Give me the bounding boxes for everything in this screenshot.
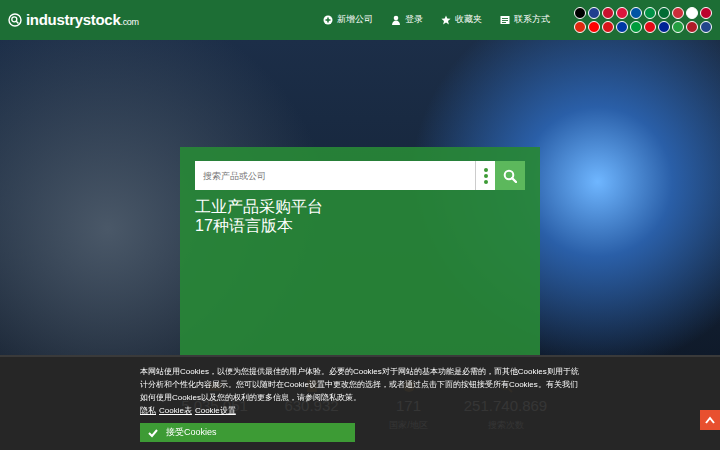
language-flag-icon[interactable] bbox=[588, 21, 600, 33]
nav-link[interactable]: 收藏夹 bbox=[441, 13, 482, 27]
nav-label: 收藏夹 bbox=[455, 13, 482, 27]
search-logo-icon bbox=[8, 13, 22, 27]
main-nav: 新增公司 登录 收藏夹 联系方式 bbox=[323, 13, 550, 27]
language-flag-icon[interactable] bbox=[686, 7, 698, 19]
cookie-link[interactable]: 隐私 bbox=[140, 406, 156, 415]
language-flag-icon[interactable] bbox=[588, 7, 600, 19]
search-button[interactable] bbox=[495, 161, 525, 190]
cookie-banner: 本网站使用Cookies，以便为您提供最佳的用户体验。必要的Cookies对于网… bbox=[0, 357, 720, 450]
nav-label: 联系方式 bbox=[514, 13, 550, 27]
nav-link[interactable]: 联系方式 bbox=[500, 13, 550, 27]
language-flag-icon[interactable] bbox=[658, 21, 670, 33]
user-icon bbox=[391, 15, 401, 25]
language-flag-icon[interactable] bbox=[574, 21, 586, 33]
language-flag-icon[interactable] bbox=[630, 21, 642, 33]
language-flag-icon[interactable] bbox=[602, 21, 614, 33]
language-selector bbox=[574, 7, 712, 33]
check-icon bbox=[148, 428, 158, 438]
cookie-links: 隐私Cookie表Cookie设置 bbox=[140, 404, 580, 417]
language-flag-icon[interactable] bbox=[644, 7, 656, 19]
magnifier-icon bbox=[503, 169, 517, 183]
logo-suffix: .com bbox=[120, 17, 138, 27]
language-flag-icon[interactable] bbox=[616, 21, 628, 33]
language-flag-icon[interactable] bbox=[700, 7, 712, 19]
language-flag-icon[interactable] bbox=[644, 21, 656, 33]
language-flag-icon[interactable] bbox=[672, 21, 684, 33]
site-header: industrystock.com 新增公司 登录 收藏夹 联系方式 bbox=[0, 0, 720, 40]
list-icon bbox=[500, 15, 510, 25]
nav-label: 登录 bbox=[405, 13, 423, 27]
search-panel: 工业产品采购平台17种语言版本 bbox=[180, 147, 540, 355]
search-input[interactable] bbox=[195, 161, 475, 190]
nav-link[interactable]: 新增公司 bbox=[323, 13, 373, 27]
chevron-up-icon bbox=[705, 416, 715, 424]
plus-icon bbox=[323, 15, 333, 25]
language-flag-icon[interactable] bbox=[700, 21, 712, 33]
scroll-top-button[interactable] bbox=[700, 410, 720, 430]
logo[interactable]: industrystock.com bbox=[8, 9, 139, 32]
language-flag-icon[interactable] bbox=[630, 7, 642, 19]
headline-line: 17种语言版本 bbox=[195, 216, 525, 235]
cookie-text: 本网站使用Cookies，以便为您提供最佳的用户体验。必要的Cookies对于网… bbox=[140, 365, 580, 404]
accept-label: 接受Cookies bbox=[166, 426, 217, 439]
star-icon bbox=[441, 15, 451, 25]
language-flag-icon[interactable] bbox=[686, 21, 698, 33]
nav-link[interactable]: 登录 bbox=[391, 13, 423, 27]
logo-text: industrystock bbox=[26, 11, 120, 28]
hero: 工业产品采购平台17种语言版本 bbox=[0, 40, 720, 355]
nav-label: 新增公司 bbox=[337, 13, 373, 27]
language-flag-icon[interactable] bbox=[658, 7, 670, 19]
headline: 工业产品采购平台17种语言版本 bbox=[195, 197, 525, 235]
language-flag-icon[interactable] bbox=[616, 7, 628, 19]
language-flag-icon[interactable] bbox=[574, 7, 586, 19]
cookie-link[interactable]: Cookie设置 bbox=[195, 406, 236, 415]
accept-button[interactable]: 接受Cookies bbox=[140, 423, 355, 442]
language-flag-icon[interactable] bbox=[672, 7, 684, 19]
options-button[interactable] bbox=[475, 161, 495, 190]
language-flag-icon[interactable] bbox=[602, 7, 614, 19]
headline-line: 工业产品采购平台 bbox=[195, 197, 525, 216]
cookie-link[interactable]: Cookie表 bbox=[159, 406, 192, 415]
